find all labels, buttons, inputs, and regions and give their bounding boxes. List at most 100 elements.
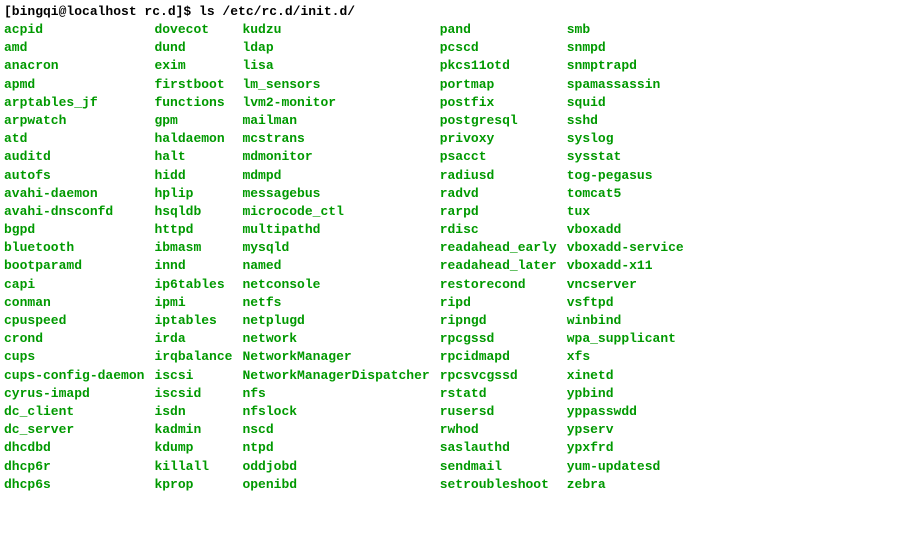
file-entry: xinetd — [567, 367, 684, 385]
file-entry: sendmail — [440, 458, 557, 476]
file-entry: radiusd — [440, 167, 557, 185]
file-entry: rpcidmapd — [440, 348, 557, 366]
file-entry: readahead_early — [440, 239, 557, 257]
file-entry: pand — [440, 21, 557, 39]
file-entry: arpwatch — [4, 112, 144, 130]
file-entry: ripngd — [440, 312, 557, 330]
file-entry: lisa — [242, 57, 429, 75]
file-entry: gpm — [154, 112, 232, 130]
file-entry: vncserver — [567, 276, 684, 294]
file-entry: dc_server — [4, 421, 144, 439]
file-entry: radvd — [440, 185, 557, 203]
file-entry: anacron — [4, 57, 144, 75]
file-entry: hidd — [154, 167, 232, 185]
file-entry: innd — [154, 257, 232, 275]
file-entry: bootparamd — [4, 257, 144, 275]
file-entry: yum-updatesd — [567, 458, 684, 476]
file-entry: multipathd — [242, 221, 429, 239]
file-entry: squid — [567, 94, 684, 112]
file-entry: portmap — [440, 76, 557, 94]
file-entry: psacct — [440, 148, 557, 166]
file-entry: iscsid — [154, 385, 232, 403]
file-entry: mailman — [242, 112, 429, 130]
file-entry: mdmonitor — [242, 148, 429, 166]
column-0: acpidamdanacronapmdarptables_jfarpwatcha… — [4, 21, 144, 494]
file-entry: cyrus-imapd — [4, 385, 144, 403]
file-entry: named — [242, 257, 429, 275]
ls-output: acpidamdanacronapmdarptables_jfarpwatcha… — [4, 21, 910, 494]
file-entry: killall — [154, 458, 232, 476]
file-entry: NetworkManagerDispatcher — [242, 367, 429, 385]
file-entry: atd — [4, 130, 144, 148]
file-entry: dhcp6s — [4, 476, 144, 494]
file-entry: ypxfrd — [567, 439, 684, 457]
file-entry: rwhod — [440, 421, 557, 439]
file-entry: vboxadd-service — [567, 239, 684, 257]
file-entry: postfix — [440, 94, 557, 112]
file-entry: ypserv — [567, 421, 684, 439]
file-entry: iscsi — [154, 367, 232, 385]
file-entry: dhcdbd — [4, 439, 144, 457]
file-entry: conman — [4, 294, 144, 312]
file-entry: snmptrapd — [567, 57, 684, 75]
file-entry: rarpd — [440, 203, 557, 221]
file-entry: dund — [154, 39, 232, 57]
file-entry: messagebus — [242, 185, 429, 203]
file-entry: wpa_supplicant — [567, 330, 684, 348]
file-entry: vsftpd — [567, 294, 684, 312]
file-entry: hsqldb — [154, 203, 232, 221]
file-entry: tux — [567, 203, 684, 221]
file-entry: postgresql — [440, 112, 557, 130]
file-entry: ipmi — [154, 294, 232, 312]
file-entry: network — [242, 330, 429, 348]
file-entry: nfs — [242, 385, 429, 403]
file-entry: readahead_later — [440, 257, 557, 275]
file-entry: vboxadd — [567, 221, 684, 239]
column-1: dovecotdundeximfirstbootfunctionsgpmhald… — [154, 21, 232, 494]
file-entry: NetworkManager — [242, 348, 429, 366]
file-entry: mdmpd — [242, 167, 429, 185]
file-entry: oddjobd — [242, 458, 429, 476]
file-entry: zebra — [567, 476, 684, 494]
file-entry: auditd — [4, 148, 144, 166]
column-2: kudzuldaplisalm_sensorslvm2-monitormailm… — [242, 21, 429, 494]
column-4: smbsnmpdsnmptrapdspamassassinsquidsshdsy… — [567, 21, 684, 494]
file-entry: smb — [567, 21, 684, 39]
file-entry: bluetooth — [4, 239, 144, 257]
file-entry: dc_client — [4, 403, 144, 421]
file-entry: syslog — [567, 130, 684, 148]
file-entry: tog-pegasus — [567, 167, 684, 185]
file-entry: apmd — [4, 76, 144, 94]
file-entry: netfs — [242, 294, 429, 312]
file-entry: spamassassin — [567, 76, 684, 94]
file-entry: irqbalance — [154, 348, 232, 366]
file-entry: autofs — [4, 167, 144, 185]
file-entry: halt — [154, 148, 232, 166]
column-3: pandpcscdpkcs11otdportmappostfixpostgres… — [440, 21, 557, 494]
file-entry: openibd — [242, 476, 429, 494]
file-entry: microcode_ctl — [242, 203, 429, 221]
file-entry: rusersd — [440, 403, 557, 421]
file-entry: ntpd — [242, 439, 429, 457]
file-entry: capi — [4, 276, 144, 294]
file-entry: bgpd — [4, 221, 144, 239]
file-entry: ip6tables — [154, 276, 232, 294]
file-entry: privoxy — [440, 130, 557, 148]
file-entry: yppasswdd — [567, 403, 684, 421]
file-entry: rpcgssd — [440, 330, 557, 348]
file-entry: exim — [154, 57, 232, 75]
file-entry: irda — [154, 330, 232, 348]
file-entry: kprop — [154, 476, 232, 494]
file-entry: httpd — [154, 221, 232, 239]
file-entry: amd — [4, 39, 144, 57]
file-entry: rdisc — [440, 221, 557, 239]
file-entry: saslauthd — [440, 439, 557, 457]
file-entry: cups-config-daemon — [4, 367, 144, 385]
file-entry: ripd — [440, 294, 557, 312]
file-entry: ypbind — [567, 385, 684, 403]
file-entry: firstboot — [154, 76, 232, 94]
file-entry: hplip — [154, 185, 232, 203]
file-entry: rpcsvcgssd — [440, 367, 557, 385]
file-entry: cpuspeed — [4, 312, 144, 330]
file-entry: vboxadd-x11 — [567, 257, 684, 275]
